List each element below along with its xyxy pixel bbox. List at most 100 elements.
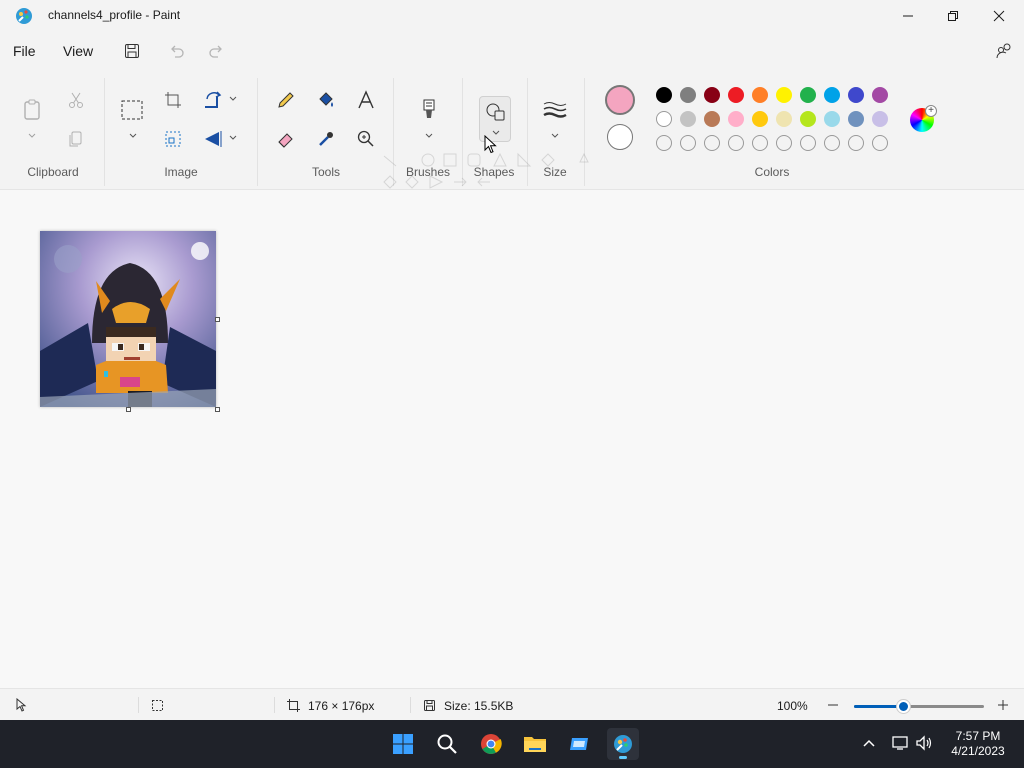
color-swatch[interactable] (872, 111, 888, 127)
color-swatch[interactable] (824, 87, 840, 103)
menu-view[interactable]: View (63, 43, 93, 59)
resize-icon[interactable] (161, 127, 185, 151)
redo-icon[interactable] (205, 40, 227, 62)
zoom-slider-fill (854, 705, 904, 708)
share-icon[interactable] (993, 40, 1015, 62)
color-swatch[interactable] (752, 87, 768, 103)
cut-icon[interactable] (64, 88, 88, 112)
color-swatch[interactable] (824, 111, 840, 127)
chevron-down-icon[interactable] (550, 132, 560, 140)
zoom-percent[interactable]: 100% (777, 699, 808, 713)
color-swatch[interactable] (680, 111, 696, 127)
undo-icon[interactable] (166, 40, 188, 62)
primary-color-swatch[interactable] (605, 85, 635, 115)
secondary-color-swatch[interactable] (607, 124, 633, 150)
profile-image (40, 231, 216, 407)
selection-size-icon (152, 700, 163, 711)
color-swatch[interactable] (776, 87, 792, 103)
volume-icon[interactable] (915, 735, 933, 751)
resize-handle-corner[interactable] (215, 407, 220, 412)
image-canvas[interactable] (40, 231, 216, 407)
zoom-out-icon[interactable] (827, 699, 839, 711)
color-swatch[interactable] (848, 111, 864, 127)
clock-time: 7:57 PM (955, 729, 1001, 743)
color-swatch[interactable] (656, 111, 672, 127)
custom-color-slot[interactable] (728, 135, 744, 151)
custom-color-slot[interactable] (680, 135, 696, 151)
chevron-down-icon[interactable] (228, 134, 238, 142)
menu-bar: File View (0, 32, 1024, 72)
custom-color-slot[interactable] (824, 135, 840, 151)
file-size-label: Size: 15.5KB (444, 699, 514, 713)
fill-icon[interactable] (314, 88, 338, 112)
eraser-icon[interactable] (274, 127, 298, 151)
ribbon-divider (104, 78, 105, 186)
color-swatch[interactable] (656, 87, 672, 103)
status-divider (274, 697, 275, 713)
custom-color-slot[interactable] (776, 135, 792, 151)
color-swatch[interactable] (872, 87, 888, 103)
color-swatch[interactable] (704, 87, 720, 103)
custom-color-slot[interactable] (752, 135, 768, 151)
clock[interactable]: 7:57 PM 4/21/2023 (940, 729, 1016, 759)
status-bar: 176 × 176px Size: 15.5KB 100% (0, 688, 1024, 720)
remote-app-icon[interactable] (563, 728, 595, 760)
color-swatch[interactable] (728, 111, 744, 127)
group-label-image: Image (164, 165, 198, 179)
color-swatch[interactable] (848, 87, 864, 103)
canvas-workspace[interactable] (0, 191, 1024, 688)
minimize-button[interactable] (885, 0, 931, 32)
resize-handle-right[interactable] (215, 317, 220, 322)
status-divider (138, 697, 139, 713)
color-swatch[interactable] (800, 87, 816, 103)
custom-color-slot[interactable] (656, 135, 672, 151)
color-swatch[interactable] (752, 111, 768, 127)
taskbar: 7:57 PM 4/21/2023 (0, 720, 1024, 768)
close-button[interactable] (976, 0, 1022, 32)
text-icon[interactable] (354, 88, 378, 112)
paint-taskbar-icon[interactable] (607, 728, 639, 760)
color-picker-icon[interactable] (314, 127, 338, 151)
color-swatch[interactable] (728, 87, 744, 103)
resize-handle-bottom[interactable] (126, 407, 131, 412)
group-label-colors: Colors (754, 165, 790, 179)
start-icon[interactable] (387, 728, 419, 760)
chevron-up-icon[interactable] (862, 738, 876, 748)
crop-icon[interactable] (161, 88, 185, 112)
custom-color-slot[interactable] (848, 135, 864, 151)
color-swatch[interactable] (800, 111, 816, 127)
chevron-down-icon[interactable] (228, 95, 238, 103)
chevron-down-icon[interactable] (424, 132, 434, 140)
zoom-in-icon[interactable] (997, 699, 1009, 711)
flip-icon[interactable] (201, 127, 225, 151)
chevron-down-icon[interactable] (128, 132, 138, 140)
custom-color-slot[interactable] (800, 135, 816, 151)
restore-button[interactable] (930, 0, 976, 32)
copy-icon[interactable] (64, 127, 88, 151)
select-icon[interactable] (120, 98, 144, 122)
paint-palette-icon (14, 6, 34, 26)
search-icon[interactable] (431, 728, 463, 760)
file-explorer-icon[interactable] (519, 728, 551, 760)
zoom-slider[interactable] (854, 700, 984, 713)
mouse-cursor-icon (484, 135, 497, 154)
status-divider (410, 697, 411, 713)
save-icon[interactable] (121, 40, 143, 62)
rotate-icon[interactable] (201, 88, 225, 112)
color-swatch[interactable] (776, 111, 792, 127)
paste-icon[interactable] (20, 98, 44, 122)
size-icon[interactable] (543, 98, 567, 122)
color-swatch[interactable] (680, 87, 696, 103)
network-icon[interactable] (892, 735, 910, 751)
chrome-icon[interactable] (475, 728, 507, 760)
brush-icon[interactable] (417, 98, 441, 122)
color-swatch[interactable] (704, 111, 720, 127)
pencil-icon[interactable] (274, 88, 298, 112)
chevron-down-icon[interactable] (27, 132, 37, 140)
menu-file[interactable]: File (13, 43, 36, 59)
custom-color-slot[interactable] (872, 135, 888, 151)
custom-color-slot[interactable] (704, 135, 720, 151)
add-color-icon[interactable]: + (925, 105, 937, 117)
group-label-tools: Tools (311, 165, 340, 179)
zoom-slider-thumb[interactable] (896, 700, 910, 713)
